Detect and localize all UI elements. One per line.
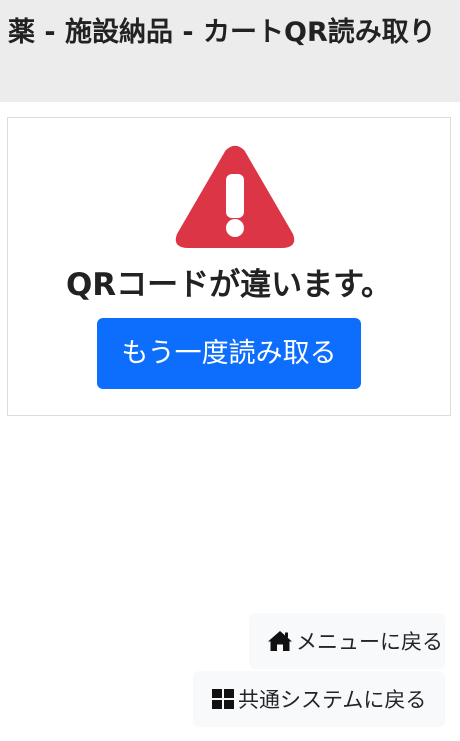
back-to-menu-label: メニューに戻る bbox=[296, 630, 443, 654]
home-icon bbox=[267, 630, 293, 652]
retry-scan-button[interactable]: もう一度読み取る bbox=[97, 318, 361, 389]
back-to-common-system-label: 共通システムに戻る bbox=[238, 688, 427, 712]
warning-triangle-icon bbox=[173, 144, 297, 252]
page-title: 薬 - 施設納品 - カートQR読み取り bbox=[8, 17, 436, 48]
back-to-common-system-button[interactable]: 共通システムに戻る bbox=[193, 671, 445, 727]
windows-grid-icon bbox=[211, 688, 235, 710]
page-header: 薬 - 施設納品 - カートQR読み取り bbox=[0, 0, 460, 102]
back-to-menu-button[interactable]: メニューに戻る bbox=[249, 613, 445, 669]
error-message: QRコードが違います。 bbox=[65, 267, 393, 303]
error-card: QRコードが違います。 もう一度読み取る bbox=[7, 117, 451, 416]
page: 薬 - 施設納品 - カートQR読み取り QRコードが違います。 もう一度読み取… bbox=[0, 0, 460, 741]
